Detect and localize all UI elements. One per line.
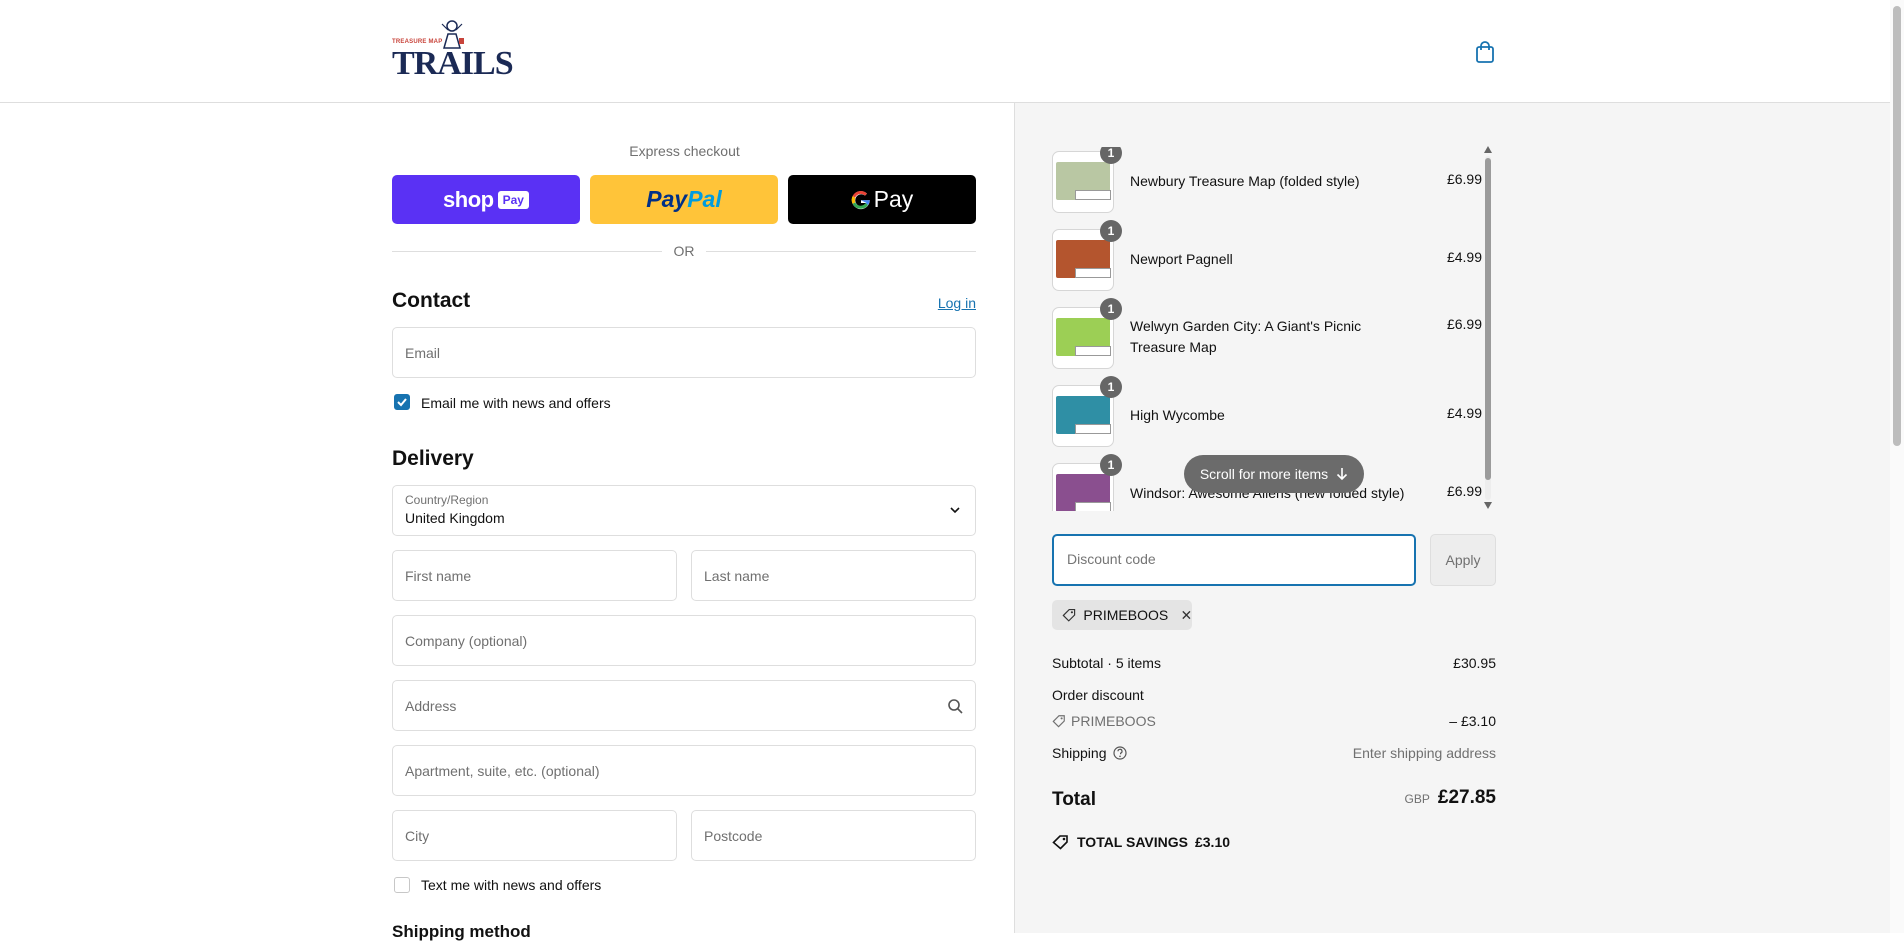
applied-discount-code: PRIMEBOOS xyxy=(1083,607,1169,623)
list-item: 1 Welwyn Garden City: A Giant's Picnic T… xyxy=(1052,298,1482,369)
paypal-wordmark: PayPal xyxy=(646,186,722,212)
text-news-label: Text me with news and offers xyxy=(421,877,602,893)
product-price: £6.99 xyxy=(1446,316,1482,332)
order-discount-label: Order discount xyxy=(1052,687,1144,703)
product-name: High Wycombe xyxy=(1130,407,1225,423)
login-link[interactable]: Log in xyxy=(930,295,976,311)
express-checkout-label: Express checkout xyxy=(629,143,740,159)
quantity-badge: 1 xyxy=(1100,376,1122,398)
or-divider-left xyxy=(392,251,662,252)
shipping-method-title: Shipping method xyxy=(392,922,531,941)
store-logo[interactable]: TREASURE MAP TRAILS xyxy=(392,20,514,84)
search-icon xyxy=(948,699,963,714)
page-scroll-thumb[interactable] xyxy=(1893,6,1901,446)
google-g-icon xyxy=(851,190,870,209)
quantity-badge: 1 xyxy=(1100,220,1122,242)
list-item: 1 Newbury Treasure Map (folded style) £6… xyxy=(1052,147,1482,213)
quantity-badge: 1 xyxy=(1100,147,1122,164)
paypal-button[interactable]: PayPal xyxy=(590,175,778,224)
first-name-placeholder: First name xyxy=(405,568,472,584)
quantity-badge: 1 xyxy=(1100,298,1122,320)
tag-icon xyxy=(1052,835,1068,850)
or-separator: OR xyxy=(664,243,704,259)
total-value: £27.85 xyxy=(1437,787,1496,808)
applied-discount-chip: PRIMEBOOS xyxy=(1052,600,1192,630)
discount-code-input[interactable] xyxy=(1065,550,1399,568)
tag-icon xyxy=(1062,609,1076,622)
scroll-thumb[interactable] xyxy=(1485,158,1491,480)
product-name: Newport Pagnell xyxy=(1130,251,1233,267)
check-icon xyxy=(397,398,407,407)
scroll-up-arrow-icon[interactable] xyxy=(1484,146,1492,153)
logo-wordmark: TRAILS xyxy=(392,45,514,82)
list-item: 1 High Wycombe £4.99 xyxy=(1052,376,1482,447)
scroll-down-arrow-icon[interactable] xyxy=(1484,502,1492,509)
postcode-placeholder: Postcode xyxy=(704,828,763,844)
order-discount-value: – £3.10 xyxy=(1449,713,1496,729)
scroll-hint-label: Scroll for more items xyxy=(1199,466,1329,482)
savings-label: TOTAL SAVINGS xyxy=(1077,834,1188,850)
google-pay-wordmark: Pay xyxy=(851,186,913,213)
address-field[interactable]: Address xyxy=(392,680,976,731)
shipping-value: Enter shipping address xyxy=(1352,745,1496,761)
quantity-badge: 1 xyxy=(1100,454,1122,476)
city-placeholder: City xyxy=(405,828,430,844)
help-icon[interactable] xyxy=(1112,746,1127,760)
country-label: Country/Region xyxy=(405,493,489,507)
arrow-down-icon xyxy=(1337,468,1348,481)
text-news-checkbox[interactable] xyxy=(394,877,410,893)
delivery-title: Delivery xyxy=(392,447,474,470)
last-name-field[interactable]: Last name xyxy=(691,550,976,601)
last-name-placeholder: Last name xyxy=(704,568,770,584)
shop-pay-badge: Pay xyxy=(497,190,529,209)
currency-code: GBP xyxy=(1404,792,1430,806)
apply-discount-button[interactable]: Apply xyxy=(1430,534,1496,586)
contact-title: Contact xyxy=(392,289,471,312)
google-pay-button[interactable]: Pay xyxy=(788,175,976,224)
shipping-row-label: Shipping xyxy=(1052,745,1127,761)
total-label: Total xyxy=(1052,789,1096,810)
apartment-placeholder: Apartment, suite, etc. (optional) xyxy=(405,763,600,779)
scroll-for-more-button[interactable]: Scroll for more items xyxy=(1184,455,1364,493)
or-divider-right xyxy=(706,251,976,252)
email-news-label: Email me with news and offers xyxy=(421,395,611,411)
email-field[interactable]: Email xyxy=(392,327,976,378)
total-savings: TOTAL SAVINGS £3.10 xyxy=(1052,834,1230,850)
tag-icon xyxy=(1052,715,1065,728)
discount-code-field[interactable] xyxy=(1052,534,1416,586)
country-select[interactable]: Country/Region United Kingdom xyxy=(392,485,976,536)
product-price: £4.99 xyxy=(1446,249,1482,265)
address-placeholder: Address xyxy=(405,698,457,714)
list-item: 1 Newport Pagnell £4.99 xyxy=(1052,220,1482,291)
product-name: Newbury Treasure Map (folded style) xyxy=(1130,173,1360,189)
product-price: £6.99 xyxy=(1446,171,1482,187)
total-amount: GBP £27.85 xyxy=(1405,787,1496,809)
page-scrollbar[interactable] xyxy=(1890,0,1904,933)
email-news-checkbox[interactable] xyxy=(394,394,410,410)
product-name: Welwyn Garden City: A Giant's Picnic Tre… xyxy=(1130,318,1362,355)
chevron-down-icon xyxy=(950,507,960,514)
city-field[interactable]: City xyxy=(392,810,677,861)
subtotal-label: Subtotal · 5 items xyxy=(1052,655,1161,671)
shopping-bag-icon[interactable] xyxy=(1474,40,1496,64)
product-price: £6.99 xyxy=(1446,483,1482,499)
company-field[interactable]: Company (optional) xyxy=(392,615,976,666)
email-placeholder: Email xyxy=(405,345,441,361)
order-discount-code: PRIMEBOOS xyxy=(1052,713,1156,729)
first-name-field[interactable]: First name xyxy=(392,550,677,601)
product-price: £4.99 xyxy=(1446,405,1482,421)
cart-scrollbar[interactable] xyxy=(1484,146,1492,510)
subtotal-value: £30.95 xyxy=(1453,655,1496,671)
shop-pay-wordmark: shop xyxy=(443,186,494,212)
postcode-field[interactable]: Postcode xyxy=(691,810,976,861)
savings-value: £3.10 xyxy=(1194,834,1231,850)
company-placeholder: Company (optional) xyxy=(405,633,528,649)
apartment-field[interactable]: Apartment, suite, etc. (optional) xyxy=(392,745,976,796)
header: TREASURE MAP TRAILS xyxy=(0,0,1890,103)
close-icon[interactable] xyxy=(1181,609,1192,621)
country-value: United Kingdom xyxy=(405,510,505,526)
shop-pay-button[interactable]: shop Pay xyxy=(392,175,580,224)
